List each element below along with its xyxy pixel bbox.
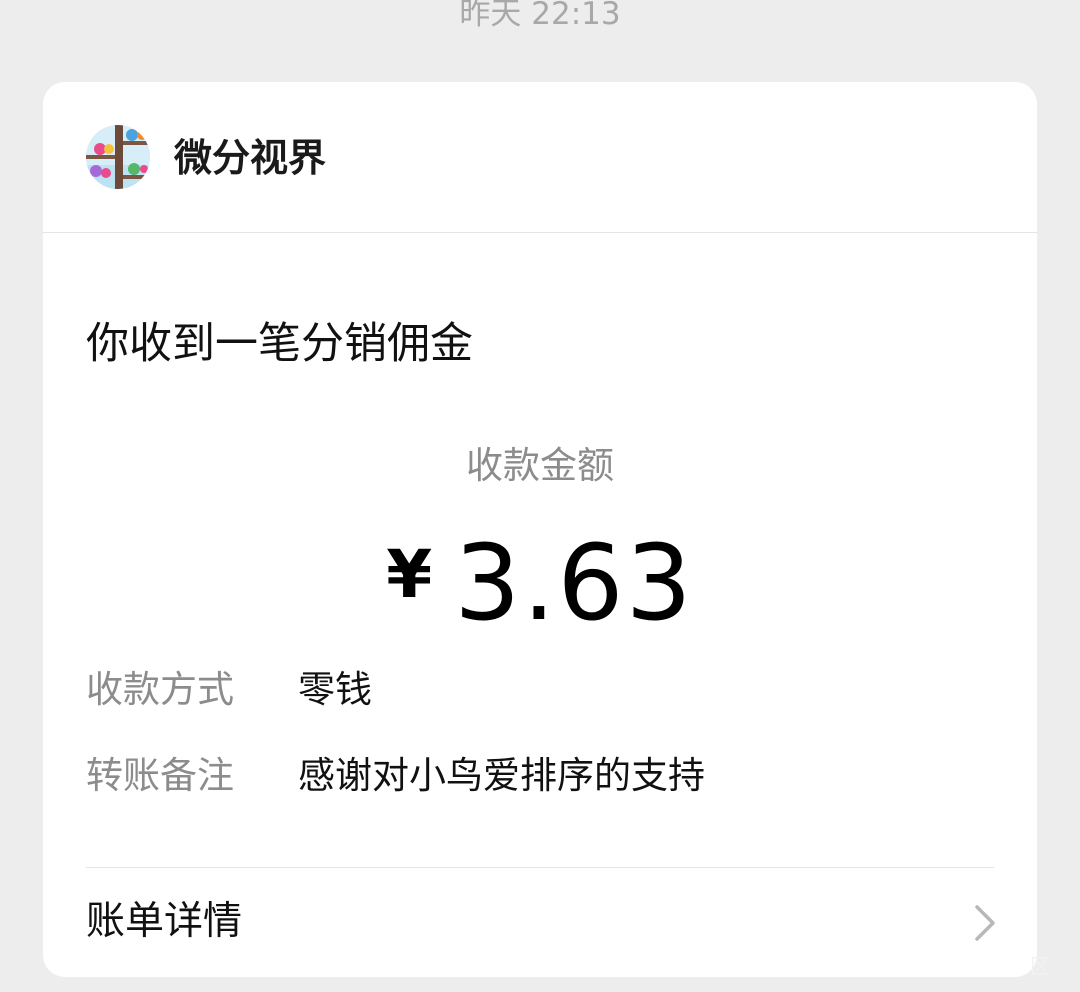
amount-value: 3.63 — [454, 522, 694, 644]
amount-label: 收款金额 — [466, 444, 614, 487]
bill-detail-link[interactable]: 账单详情 — [43, 868, 1037, 977]
payment-method-label: 收款方式 — [86, 668, 234, 711]
payment-notification-card[interactable]: 微分视界 你收到一笔分销佣金 收款金额 ¥3.63 收款方式 零钱 转账备注 感谢对… — [43, 82, 1037, 977]
transfer-remark-row: 转账备注 感谢对小鸟爱排序的支持 — [86, 750, 705, 802]
message-title: 你收到一笔分销佣金 — [86, 319, 473, 369]
currency-symbol: ¥ — [386, 536, 433, 613]
transfer-remark-label: 转账备注 — [86, 754, 234, 797]
bill-detail-label: 账单详情 — [86, 899, 243, 944]
amount-display: ¥3.63 — [43, 522, 1037, 644]
sender-avatar[interactable] — [86, 125, 150, 189]
bird-avatar-icon — [86, 125, 150, 189]
payment-method-value: 零钱 — [298, 668, 372, 711]
transfer-remark-value: 感谢对小鸟爱排序的支持 — [298, 754, 705, 797]
payment-method-row: 收款方式 零钱 — [86, 664, 372, 716]
chevron-right-icon — [975, 905, 995, 941]
card-header[interactable]: 微分视界 — [43, 82, 1037, 233]
message-timestamp: 昨天 22:13 — [459, 0, 621, 32]
sender-name[interactable]: 微分视界 — [174, 132, 326, 184]
watermark: 区 — [1030, 954, 1050, 978]
